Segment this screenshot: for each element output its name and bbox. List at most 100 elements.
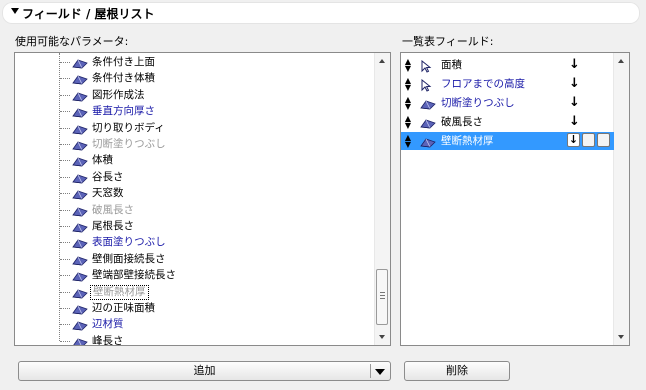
section-header[interactable]: フィールド / 屋根リスト bbox=[2, 2, 640, 24]
roof-parameter-icon bbox=[72, 336, 88, 345]
roof-parameter-icon bbox=[72, 221, 88, 233]
tree-branch-line bbox=[60, 226, 70, 227]
sort-option-button[interactable] bbox=[597, 133, 610, 147]
schedule-field-row[interactable]: ▲ ▼ 壁断熱材厚 ↓ bbox=[401, 132, 614, 150]
tree-branch-line bbox=[60, 127, 70, 129]
collapse-triangle-icon[interactable] bbox=[11, 8, 19, 14]
schedule-field-label: 破風長さ bbox=[441, 116, 483, 128]
add-button[interactable]: 追加 bbox=[18, 361, 391, 381]
list-item-label: 天窓数 bbox=[92, 187, 124, 200]
vertical-scrollbar[interactable] bbox=[374, 53, 390, 345]
tree-branch-line bbox=[60, 324, 70, 326]
schedule-field-row[interactable]: ▲ ▼ 破風長さ ↓ bbox=[401, 113, 614, 131]
list-item-label: 破風長さ bbox=[92, 203, 134, 216]
roof-parameter-icon bbox=[72, 237, 88, 249]
reorder-handle-icon[interactable]: ▲ ▼ bbox=[404, 77, 412, 92]
remove-button-label: 削除 bbox=[446, 364, 468, 377]
roof-parameter-icon bbox=[72, 270, 88, 282]
roof-parameter-icon bbox=[72, 205, 88, 217]
roof-parameter-icon bbox=[72, 188, 88, 200]
sort-direction-arrow-icon[interactable]: ↓ bbox=[567, 133, 580, 147]
pointer-icon bbox=[420, 59, 436, 73]
roof-parameter-icon bbox=[72, 73, 88, 85]
roof-icon bbox=[420, 117, 436, 129]
list-item-label: 切り取りボディ bbox=[92, 121, 165, 134]
tree-branch-line bbox=[60, 258, 70, 260]
list-item-label: 峰長さ bbox=[92, 334, 124, 346]
sort-direction-arrow-icon[interactable]: ↓ bbox=[569, 75, 580, 93]
list-item-label: 条件付き体積 bbox=[92, 72, 155, 85]
tree-connector-line bbox=[59, 53, 60, 341]
schedule-field-row[interactable]: ▲ ▼ 面積 ↓ bbox=[401, 56, 614, 74]
tree-branch-line bbox=[60, 291, 70, 293]
list-item-label: 表面塗りつぶし bbox=[92, 236, 166, 249]
roof-parameter-icon bbox=[72, 287, 88, 299]
roof-parameter-icon bbox=[72, 172, 88, 184]
list-item-label: 谷長さ bbox=[92, 170, 124, 183]
tree-branch-line bbox=[60, 111, 70, 113]
reorder-handle-icon[interactable]: ▲ ▼ bbox=[404, 115, 412, 130]
tree-branch-line bbox=[60, 275, 70, 277]
tree-branch-line bbox=[60, 340, 70, 342]
dropdown-arrow-icon[interactable] bbox=[375, 369, 385, 375]
remove-button[interactable]: 削除 bbox=[404, 361, 510, 381]
tree-branch-line bbox=[60, 176, 70, 178]
roof-icon bbox=[420, 136, 436, 148]
reorder-handle-icon[interactable]: ▲ ▼ bbox=[404, 96, 412, 111]
list-item-label: 壁断熱材厚 bbox=[90, 284, 149, 300]
roof-parameter-icon bbox=[72, 57, 88, 69]
roof-parameter-icon bbox=[72, 155, 88, 167]
available-parameters-label: 使用可能なパラメータ: bbox=[15, 35, 129, 48]
schedule-field-row[interactable]: ▲ ▼ 切断塗りつぶし ↓ bbox=[401, 94, 614, 112]
scrollbar-thumb[interactable] bbox=[376, 269, 388, 325]
roof-parameter-icon bbox=[72, 123, 88, 135]
schedule-field-label: 面積 bbox=[441, 59, 462, 71]
scroll-down-arrow-icon[interactable] bbox=[618, 335, 624, 339]
sort-option-button[interactable] bbox=[582, 133, 595, 147]
pointer-icon bbox=[420, 78, 436, 92]
list-item-label: 辺の正味面積 bbox=[92, 302, 155, 314]
roof-parameter-icon bbox=[72, 303, 88, 315]
tree-branch-line bbox=[60, 209, 70, 211]
schedule-field-label: 切断塗りつぶし bbox=[441, 97, 515, 109]
roof-parameter-icon bbox=[72, 90, 88, 102]
section-title: フィールド / 屋根リスト bbox=[22, 7, 155, 21]
tree-branch-line bbox=[60, 78, 70, 80]
reorder-handle-icon[interactable]: ▲ ▼ bbox=[404, 134, 412, 149]
roof-icon bbox=[420, 98, 436, 110]
scroll-up-arrow-icon[interactable] bbox=[379, 59, 385, 63]
list-item-label: 尾根長さ bbox=[92, 220, 134, 232]
tree-branch-line bbox=[60, 308, 70, 309]
tree-branch-line bbox=[60, 144, 70, 145]
reorder-handle-icon[interactable]: ▲ ▼ bbox=[404, 58, 412, 73]
list-item-label: 壁側面接続長さ bbox=[92, 252, 166, 265]
list-item-label: 垂直方向厚さ bbox=[92, 105, 155, 118]
vertical-scrollbar[interactable] bbox=[613, 53, 629, 345]
list-item-label: 条件付き上面 bbox=[92, 56, 155, 68]
tree-branch-line bbox=[60, 94, 70, 96]
list-item-label: 図形作成法 bbox=[92, 88, 145, 101]
scroll-down-arrow-icon[interactable] bbox=[379, 335, 385, 339]
list-item-label: 辺材質 bbox=[92, 318, 124, 331]
sort-direction-arrow-icon[interactable]: ↓ bbox=[569, 56, 580, 74]
available-parameters-list[interactable]: 条件付き上面 条件付き体積 図形作成法垂直方向厚さ 切り取りボディ 切断塗りつぶし 体積谷… bbox=[14, 52, 391, 346]
tree-branch-line bbox=[60, 160, 70, 162]
roof-parameter-icon bbox=[72, 319, 88, 331]
schedule-fields-label: 一覧表フィールド: bbox=[402, 35, 494, 48]
add-button-separator bbox=[370, 364, 371, 378]
add-button-label: 追加 bbox=[193, 364, 216, 377]
roof-parameter-icon bbox=[72, 106, 88, 118]
tree-branch-line bbox=[60, 62, 70, 63]
sort-direction-arrow-icon[interactable]: ↓ bbox=[569, 113, 580, 131]
list-item-label: 壁端部壁接続長さ bbox=[92, 269, 176, 282]
list-item-label: 体積 bbox=[92, 154, 113, 167]
schedule-field-label: 壁断熱材厚 bbox=[441, 135, 494, 147]
scroll-up-arrow-icon[interactable] bbox=[618, 59, 624, 63]
tree-branch-line bbox=[60, 193, 70, 195]
sort-direction-arrow-icon[interactable]: ↓ bbox=[569, 94, 580, 112]
schedule-fields-list[interactable]: ▲ ▼ 面積 ↓ ▲ ▼ フロアまでの高度 ↓ ▲ ▼ 切断塗りつぶし ↓ ▲ ▼ 破風長さ ↓ ▲ ▼ 壁断熱材厚… bbox=[400, 52, 630, 346]
list-item-label: 切断塗りつぶし bbox=[92, 138, 166, 150]
tree-branch-line bbox=[60, 242, 70, 244]
roof-parameter-icon bbox=[72, 254, 88, 266]
schedule-field-row[interactable]: ▲ ▼ フロアまでの高度 ↓ bbox=[401, 75, 614, 93]
